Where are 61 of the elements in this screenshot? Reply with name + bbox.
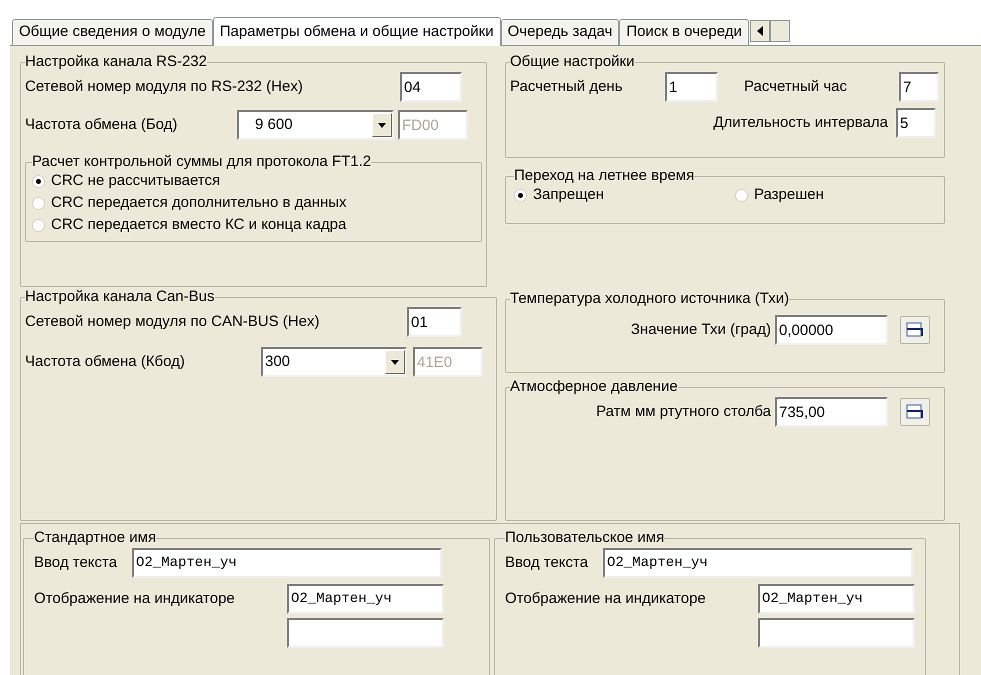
field-label: Сетевой номер модуля по RS-232 (Hex) xyxy=(25,76,304,97)
radio-button[interactable] xyxy=(735,188,748,202)
field-label: Расчетный день xyxy=(510,76,624,97)
group-title: Пользовательское имя xyxy=(505,530,664,546)
group-title: Переход на летнее время xyxy=(514,168,694,184)
dropdown[interactable]: 9 600 xyxy=(237,110,394,140)
group-title: Стандартное имя xyxy=(34,530,156,546)
group-title: Общие настройки xyxy=(510,54,634,70)
picker-button[interactable] xyxy=(900,398,930,426)
input-field[interactable]: O2_Мартен_уч xyxy=(603,548,913,578)
scroll-left-button[interactable] xyxy=(750,20,770,42)
radio-label: CRC передается дополнительно в данных xyxy=(51,192,347,213)
radio-label: CRC не рассчитывается xyxy=(51,170,220,191)
tab[interactable]: Параметры обмена и общие настройки xyxy=(212,17,501,46)
radio-label: Разрешен xyxy=(754,184,824,205)
field-label: Расчетный час xyxy=(744,76,848,97)
input-field[interactable]: 7 xyxy=(899,72,939,102)
input-field[interactable]: 01 xyxy=(407,307,462,337)
picker-button[interactable] xyxy=(900,316,930,344)
group-title: Температура холодного источника (Тхи) xyxy=(510,291,790,307)
radio-label: Запрещен xyxy=(533,184,604,205)
tab[interactable]: Поиск в очереди xyxy=(619,19,749,45)
group-title: Настройка канала RS-232 xyxy=(25,54,207,70)
input-field[interactable]: 1 xyxy=(665,72,718,102)
field-label: Длительность интервала xyxy=(713,112,888,133)
radio-button[interactable] xyxy=(32,174,45,188)
input-field[interactable]: 5 xyxy=(896,108,936,138)
field-label: Ввод текста xyxy=(34,552,118,573)
dropdown-value: 9 600 xyxy=(254,114,294,135)
field-label: Ввод текста xyxy=(505,552,590,573)
field-label: Значение Тхи (град) xyxy=(630,320,771,340)
radio-label: CRC передается вместо КС и конца кадра xyxy=(51,214,346,235)
field-label: Отображение на индикаторе xyxy=(34,588,236,609)
left-arrow-icon xyxy=(756,26,763,36)
group-title: Атмосферное давление xyxy=(510,379,678,395)
field-label: Отображение на индикаторе xyxy=(505,588,707,609)
group-title: Настройка канала Can-Bus xyxy=(25,289,214,305)
tab[interactable]: Общие сведения о модуле xyxy=(12,19,213,45)
caret-icon xyxy=(378,122,386,128)
caret-icon xyxy=(391,360,399,364)
input-field[interactable]: O2_Мартен_уч xyxy=(287,584,444,614)
field-label: Частота обмена (Кбод) xyxy=(25,352,186,372)
input-field[interactable]: 0,00000 xyxy=(775,315,888,345)
input-field[interactable] xyxy=(758,618,915,648)
input-field[interactable]: 735,00 xyxy=(775,397,888,427)
input-field[interactable] xyxy=(287,618,444,648)
radio-button[interactable] xyxy=(514,188,527,202)
radio-button[interactable] xyxy=(32,218,45,232)
input-field[interactable]: O2_Мартен_уч xyxy=(132,548,442,578)
window-icon xyxy=(906,404,924,420)
group-title: Расчет контрольной суммы для протокола FT1.2 xyxy=(32,154,372,170)
tab[interactable]: Очередь задач xyxy=(500,19,620,45)
field-label: Ратм мм ртутного столба xyxy=(596,402,771,422)
field-label: Частота обмена (Бод) xyxy=(25,114,178,135)
dropdown[interactable]: 300 xyxy=(261,347,407,377)
input-field[interactable]: O2_Мартен_уч xyxy=(758,584,915,614)
window-icon xyxy=(906,322,924,338)
field-label: Сетевой номер модуля по CAN-BUS (Hex) xyxy=(25,312,320,332)
input-field[interactable]: 04 xyxy=(400,72,462,102)
radio-button[interactable] xyxy=(32,196,45,210)
dropdown-value: 300 xyxy=(264,352,292,372)
